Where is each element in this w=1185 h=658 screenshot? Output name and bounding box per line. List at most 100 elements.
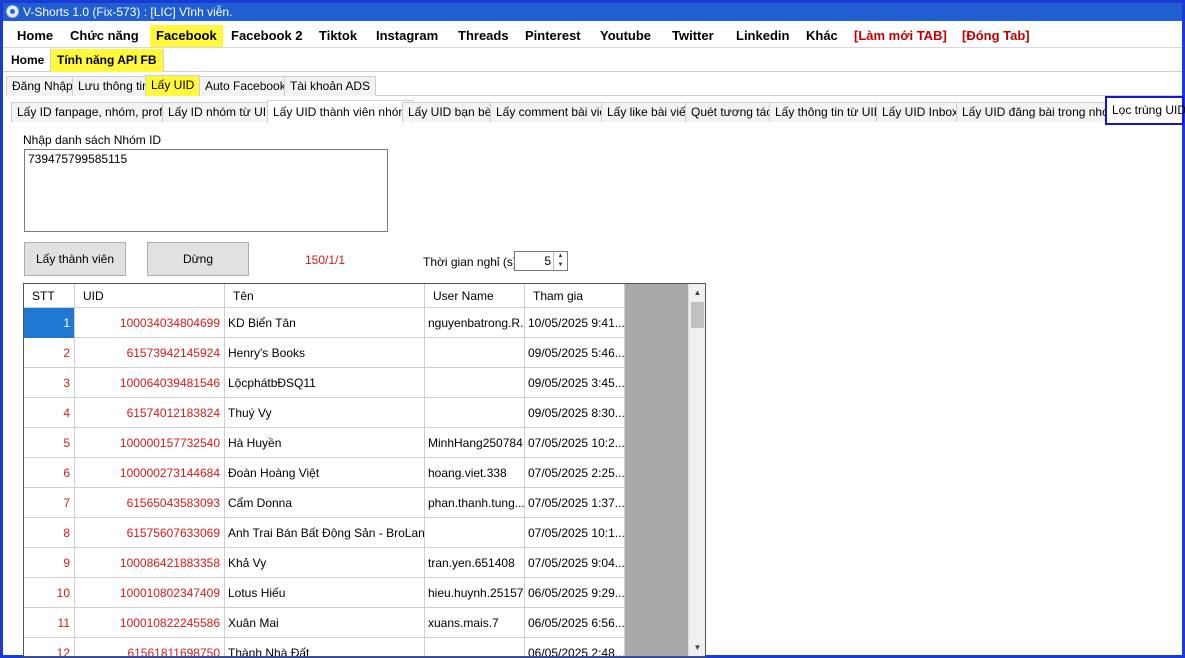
- cell-stt[interactable]: 6: [24, 458, 75, 488]
- cell-name[interactable]: Xuân Mai: [225, 608, 425, 638]
- cell-stt[interactable]: 3: [24, 368, 75, 398]
- table-row[interactable]: 2 61573942145924 Henry's Books 09/05/2025 5…: [24, 338, 625, 368]
- menu-home[interactable]: Home: [11, 25, 59, 47]
- menu-linkedin[interactable]: Linkedin: [730, 25, 795, 47]
- table-row[interactable]: 6 100000273144684 Đoàn Hoàng Việt hoang.vie…: [24, 458, 625, 488]
- cell-uid[interactable]: 61565043583093: [75, 488, 225, 518]
- cell-uid[interactable]: 61561811698750: [75, 638, 225, 656]
- tab-lay-uid-inbox[interactable]: Lấy UID Inbox: [876, 102, 965, 122]
- menu-tiktok[interactable]: Tiktok: [313, 25, 363, 47]
- cell-name[interactable]: Khả Vy: [225, 548, 425, 578]
- stepper-down-icon[interactable]: ▼: [554, 261, 567, 270]
- cell-name[interactable]: Henry's Books: [225, 338, 425, 368]
- cell-user-name[interactable]: tran.yen.651408: [425, 548, 525, 578]
- table-row[interactable]: 10 100010802347409 Lotus Hiếu hieu.huynh.25…: [24, 578, 625, 608]
- menu-instagram[interactable]: Instagram: [370, 25, 444, 47]
- cell-tham-gia[interactable]: 07/05/2025 2:25...: [525, 458, 625, 488]
- table-scrollbar[interactable]: ▲ ▼: [688, 284, 705, 656]
- cell-tham-gia[interactable]: 07/05/2025 10:1...: [525, 518, 625, 548]
- cell-stt[interactable]: 1: [24, 308, 75, 338]
- cell-tham-gia[interactable]: 06/05/2025 6:56...: [525, 608, 625, 638]
- tab-quet-tuong-tac[interactable]: Quét tương tác: [685, 102, 779, 122]
- cell-tham-gia[interactable]: 06/05/2025 2:48...: [525, 638, 625, 656]
- cell-name[interactable]: Cẩm Donna: [225, 488, 425, 518]
- table-row[interactable]: 3 100064039481546 LộcphátbĐSQ11 09/05/2025 …: [24, 368, 625, 398]
- cell-user-name[interactable]: [425, 398, 525, 428]
- cell-tham-gia[interactable]: 09/05/2025 3:45...: [525, 368, 625, 398]
- cell-stt[interactable]: 10: [24, 578, 75, 608]
- table-row[interactable]: 4 61574012183824 Thuý Vy 09/05/2025 8:30...: [24, 398, 625, 428]
- cell-tham-gia[interactable]: 10/05/2025 9:41...: [525, 308, 625, 338]
- cell-stt[interactable]: 12: [24, 638, 75, 656]
- tab-lay-uid-dang-bai[interactable]: Lấy UID đăng bài trong nhóm: [956, 102, 1125, 122]
- cell-name[interactable]: Thuý Vy: [225, 398, 425, 428]
- scroll-down-icon[interactable]: ▼: [689, 639, 705, 656]
- tab-dang-nhap[interactable]: Đăng Nhập: [6, 76, 79, 96]
- group-id-input[interactable]: 739475799585115: [24, 149, 388, 232]
- stepper-arrows[interactable]: ▲ ▼: [553, 252, 567, 270]
- table-row[interactable]: 9 100086421883358 Khả Vy tran.yen.651408 07/…: [24, 548, 625, 578]
- col-ten[interactable]: Tên: [225, 284, 425, 308]
- cell-user-name[interactable]: hoang.viet.338: [425, 458, 525, 488]
- menu-twitter[interactable]: Twitter: [666, 25, 720, 47]
- cell-uid[interactable]: 100034034804699: [75, 308, 225, 338]
- cell-name[interactable]: KD Biển Tân: [225, 308, 425, 338]
- cell-uid[interactable]: 61573942145924: [75, 338, 225, 368]
- cell-uid[interactable]: 100000157732540: [75, 428, 225, 458]
- cell-uid[interactable]: 61574012183824: [75, 398, 225, 428]
- cell-uid[interactable]: 100086421883358: [75, 548, 225, 578]
- scroll-thumb[interactable]: [691, 302, 704, 328]
- cell-name[interactable]: Anh Trai Bán Bất Động Sản - BroLand...: [225, 518, 425, 548]
- cell-stt[interactable]: 2: [24, 338, 75, 368]
- cell-stt[interactable]: 7: [24, 488, 75, 518]
- table-row[interactable]: 11 100010822245586 Xuân Mai xuans.mais.7 06/…: [24, 608, 625, 638]
- cell-stt[interactable]: 5: [24, 428, 75, 458]
- cell-tham-gia[interactable]: 09/05/2025 5:46...: [525, 338, 625, 368]
- cell-name[interactable]: Lotus Hiếu: [225, 578, 425, 608]
- cell-uid[interactable]: 100064039481546: [75, 368, 225, 398]
- cell-name[interactable]: Hà Huyền: [225, 428, 425, 458]
- cell-stt[interactable]: 9: [24, 548, 75, 578]
- subtab-api-fb[interactable]: Tính năng API FB: [51, 49, 164, 72]
- cell-user-name[interactable]: xuans.mais.7: [425, 608, 525, 638]
- col-stt[interactable]: STT: [24, 284, 75, 308]
- cell-tham-gia[interactable]: 09/05/2025 8:30...: [525, 398, 625, 428]
- tab-lay-id-nhom[interactable]: Lấy ID nhóm từ UID: [162, 102, 281, 122]
- cell-tham-gia[interactable]: 07/05/2025 10:2...: [525, 428, 625, 458]
- cell-name[interactable]: Thành Nhà Đất: [225, 638, 425, 656]
- menu-facebook[interactable]: Facebook: [150, 25, 223, 47]
- cell-uid[interactable]: 100010802347409: [75, 578, 225, 608]
- cell-tham-gia[interactable]: 06/05/2025 9:29...: [525, 578, 625, 608]
- cell-user-name[interactable]: [425, 638, 525, 656]
- cell-user-name[interactable]: MinhHang250784: [425, 428, 525, 458]
- table-row[interactable]: 5 100000157732540 Hà Huyền MinhHang250784 07…: [24, 428, 625, 458]
- tab-lay-uid-ban-be[interactable]: Lấy UID bạn bè: [402, 102, 498, 122]
- tab-tai-khoan-ads[interactable]: Tài khoản ADS: [284, 76, 377, 96]
- cell-user-name[interactable]: [425, 368, 525, 398]
- tab-luu-thong-tin[interactable]: Lưu thông tin: [72, 76, 155, 96]
- tab-lay-uid-thanh-vien[interactable]: Lấy UID thành viên nhóm: [267, 100, 415, 123]
- tab-lay-id-fanpage[interactable]: Lấy ID fanpage, nhóm, profile: [11, 102, 181, 122]
- scroll-up-icon[interactable]: ▲: [689, 284, 705, 301]
- cell-uid[interactable]: 100000273144684: [75, 458, 225, 488]
- menu-pinterest[interactable]: Pinterest: [519, 25, 587, 47]
- cell-user-name[interactable]: [425, 518, 525, 548]
- cell-user-name[interactable]: nguyenbatrong.R...: [425, 308, 525, 338]
- tab-lay-thong-tin[interactable]: Lấy thông tin từ UID: [769, 102, 889, 122]
- cell-stt[interactable]: 4: [24, 398, 75, 428]
- tab-auto-facebook[interactable]: Auto Facebook: [199, 76, 292, 96]
- col-uid[interactable]: UID: [75, 284, 225, 308]
- menu-refresh-tab[interactable]: [Làm mới TAB]: [848, 25, 953, 47]
- menu-youtube[interactable]: Youtube: [594, 25, 657, 47]
- menu-chuc-nang[interactable]: Chức năng: [64, 25, 145, 47]
- subtab-home[interactable]: Home: [5, 49, 52, 72]
- tab-lay-like[interactable]: Lấy like bài viết: [601, 102, 696, 122]
- cell-uid[interactable]: 61575607633069: [75, 518, 225, 548]
- tab-lay-uid[interactable]: Lấy UID: [145, 75, 201, 96]
- cell-stt[interactable]: 11: [24, 608, 75, 638]
- get-members-button[interactable]: Lấy thành viên: [24, 242, 126, 276]
- tab-loc-trung-uid[interactable]: Lọc trùng UID: [1105, 96, 1185, 125]
- cell-stt[interactable]: 8: [24, 518, 75, 548]
- table-row[interactable]: 7 61565043583093 Cẩm Donna phan.thanh.tung.…: [24, 488, 625, 518]
- cell-name[interactable]: LộcphátbĐSQ11: [225, 368, 425, 398]
